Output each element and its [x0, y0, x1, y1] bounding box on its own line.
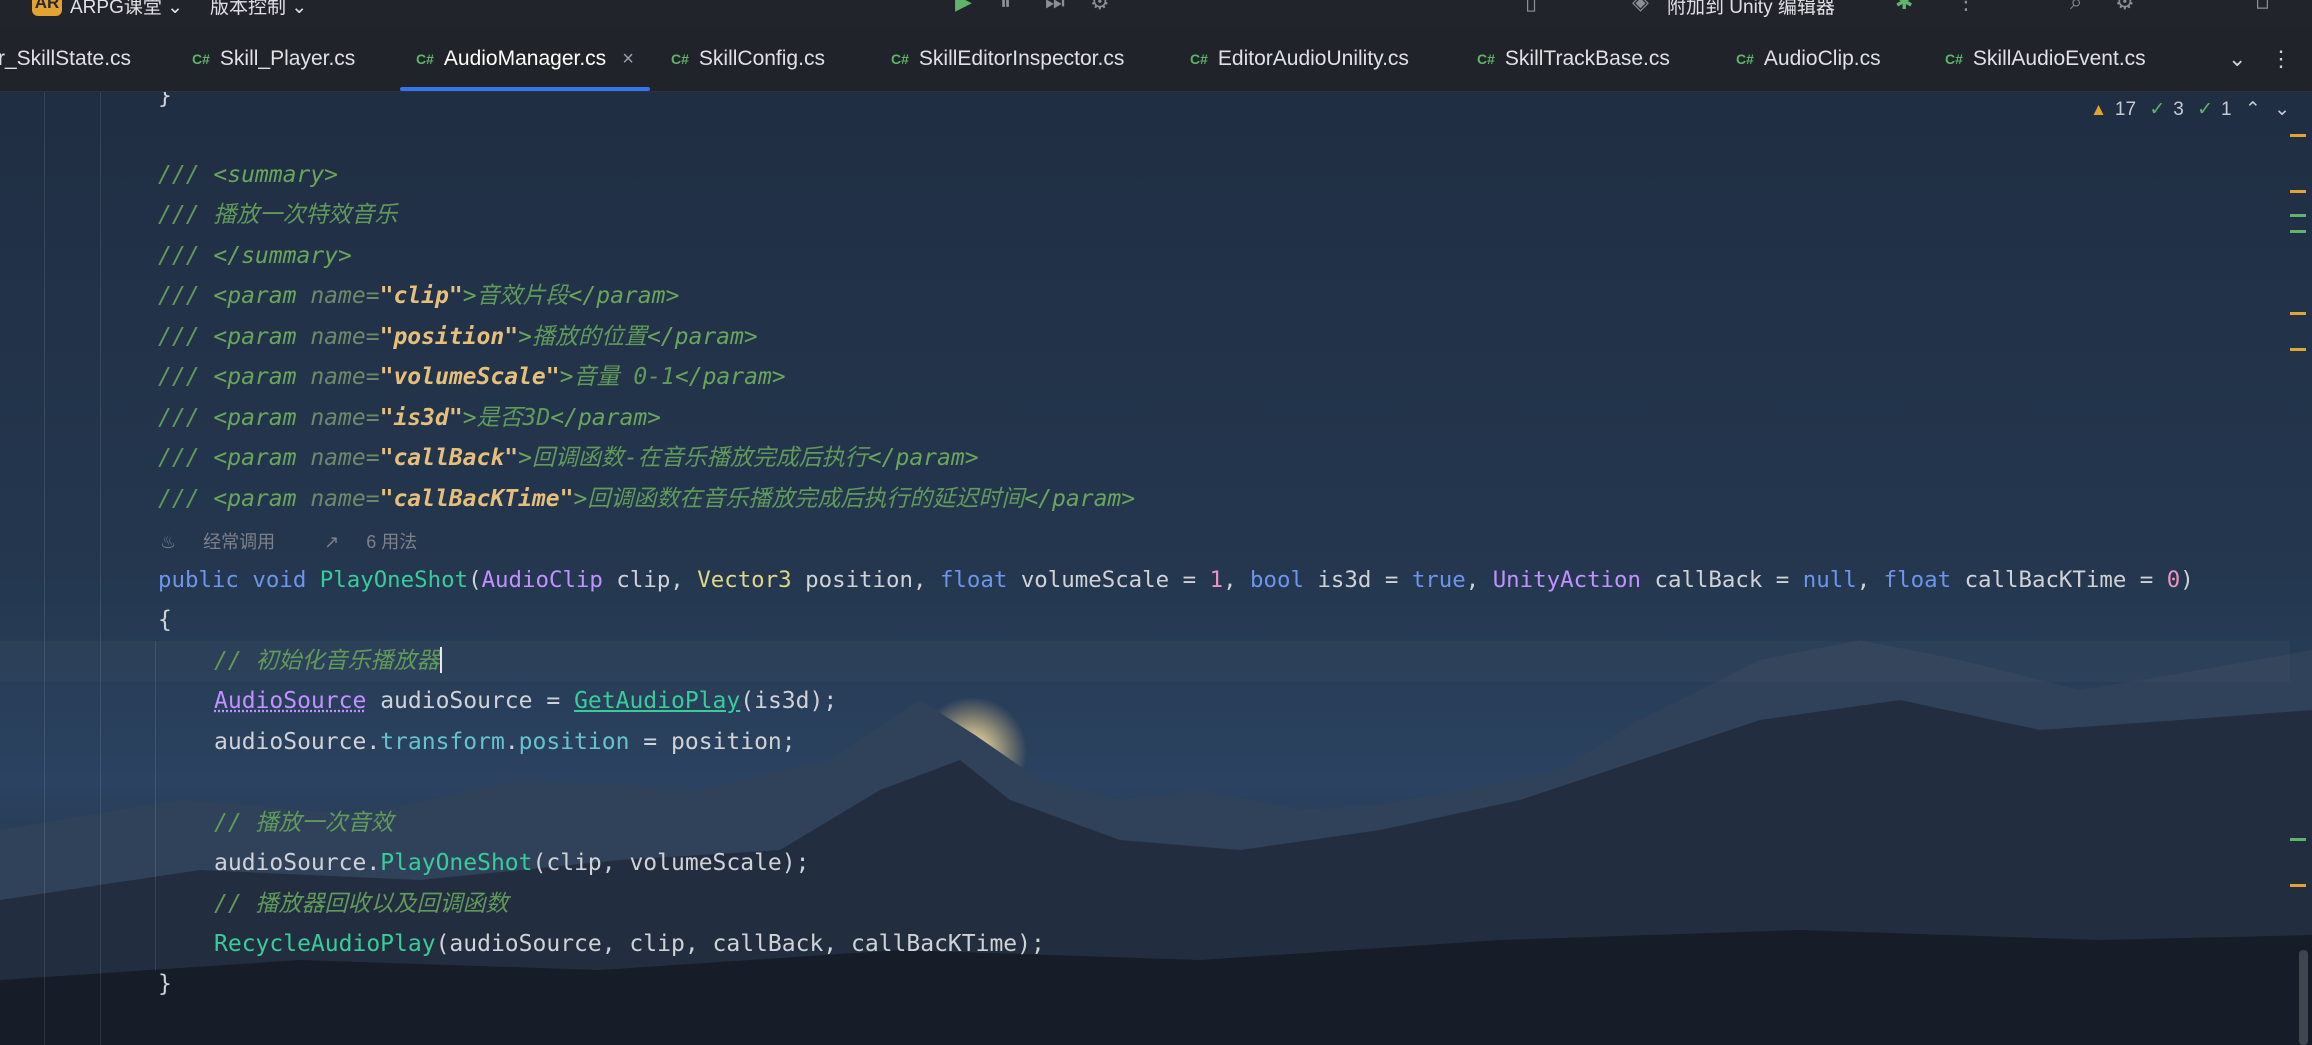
tab-label: AudioClip.cs [1763, 47, 1881, 70]
tab-skilltrackbase[interactable]: C# SkillTrackBase.cs [1477, 27, 1670, 91]
weak-warning-count: 3 [2173, 99, 2184, 120]
main-toolbar: AR ARPG课堂 ⌄ 版本控制 ⌄ ▶ ⏸ ⏭ ⚙ ▯ ◈ 附加到 Unity… [0, 0, 2312, 27]
doc-param-line[interactable]: /// <param name="callBacKTime">回调函数在音乐播放… [158, 479, 1135, 519]
check-icon: ✓ [2149, 99, 2166, 120]
indent-guide [100, 92, 101, 1045]
warning-marker[interactable] [2290, 884, 2306, 887]
tab-label: r_SkillState.cs [0, 47, 132, 70]
ok-marker[interactable] [2290, 214, 2306, 217]
vcs-menu[interactable]: 版本控制 ⌄ [210, 0, 307, 19]
editor-tab-bar: r_SkillState.cs C# Skill_Player.cs C# Audi… [0, 27, 2312, 92]
doc-param-line[interactable]: /// <param name="callBack">回调函数-在音乐播放完成后… [158, 438, 979, 478]
warning-count: 17 [2114, 99, 2137, 120]
tab-audiomanager[interactable]: C# AudioManager.cs × [400, 27, 650, 91]
csharp-file-icon: C# [891, 51, 909, 67]
window-icon[interactable]: ▫ [2255, 0, 2270, 15]
tab-label: AudioManager.cs [443, 47, 607, 70]
flame-icon: ♨ [160, 532, 177, 552]
vertical-scrollbar[interactable] [2299, 950, 2308, 1045]
code-line[interactable]: AudioSource audioSource = GetAudioPlay(i… [214, 681, 837, 721]
tab-label: SkillAudioEvent.cs [1972, 47, 2146, 70]
csharp-file-icon: C# [1477, 51, 1495, 67]
tab-editoraudiounility[interactable]: C# EditorAudioUnility.cs [1190, 27, 1409, 91]
doc-comment-line[interactable]: /// </summary> [158, 236, 352, 276]
usages-hint[interactable]: ↗ 6 用法 [324, 532, 439, 552]
warning-icon: ▲ [2090, 100, 2107, 119]
tab-list-chevron-icon[interactable]: ⌄ [2228, 27, 2246, 91]
tab-skillconfig[interactable]: C# SkillConfig.cs [671, 27, 825, 91]
close-tab-icon[interactable]: × [622, 48, 634, 70]
inspection-widget[interactable]: ▲ 17 ✓ 3 ✓ 1 ⌃ ⌄ [2082, 98, 2290, 124]
tab-skillstate[interactable]: r_SkillState.cs [0, 27, 131, 91]
comment-line[interactable]: // 播放一次音效 [214, 803, 394, 843]
tab-skillaudioevent[interactable]: C# SkillAudioEvent.cs [1945, 27, 2146, 91]
tab-label: Skill_Player.cs [219, 47, 356, 70]
doc-param-line[interactable]: /// <param name="clip">音效片段</param> [158, 276, 679, 316]
csharp-file-icon: C# [1190, 51, 1208, 67]
run-icon[interactable]: ▶ [955, 0, 972, 15]
warning-marker[interactable] [2290, 312, 2306, 315]
tab-audioclip[interactable]: C# AudioClip.cs [1736, 27, 1881, 91]
tab-label: SkillTrackBase.cs [1504, 47, 1670, 70]
warning-marker[interactable] [2290, 134, 2306, 137]
warning-marker[interactable] [2290, 190, 2306, 193]
tab-options-icon[interactable]: ⋮ [2270, 27, 2292, 91]
code-line[interactable]: } [158, 964, 172, 1004]
doc-comment-line[interactable]: /// <summary> [158, 155, 338, 195]
tab-skilleditorinspector[interactable]: C# SkillEditorInspector.cs [891, 27, 1124, 91]
ok-marker[interactable] [2290, 838, 2306, 841]
method-signature-line[interactable]: public void PlayOneShot(AudioClip clip, … [158, 560, 2194, 600]
project-badge[interactable]: AR [32, 0, 62, 16]
debug-config-icon[interactable]: ⚙ [1090, 0, 1110, 15]
csharp-file-icon: C# [416, 51, 434, 67]
code-line[interactable]: { [158, 600, 172, 640]
comment-line[interactable]: // 播放器回收以及回调函数 [214, 884, 509, 924]
doc-param-line[interactable]: /// <param name="is3d">是否3D</param> [158, 398, 661, 438]
settings-icon[interactable]: ⚙ [2115, 0, 2135, 15]
text-caret [439, 647, 442, 673]
device-icon[interactable]: ▯ [1525, 0, 1537, 15]
step-icon[interactable]: ⏭ [1045, 0, 1065, 15]
tab-label: EditorAudioUnility.cs [1217, 47, 1409, 70]
csharp-file-icon: C# [192, 51, 210, 67]
indent-guide [44, 92, 45, 1045]
ok-marker[interactable] [2290, 230, 2306, 233]
indent-guide [155, 641, 156, 971]
search-icon[interactable]: ⌕ [2070, 0, 2082, 15]
csharp-file-icon: C# [1736, 51, 1754, 67]
frequently-called-hint[interactable]: ♨ 经常调用 [160, 532, 297, 552]
doc-comment-line[interactable]: /// 播放一次特效音乐 [158, 195, 397, 235]
tab-label: SkillEditorInspector.cs [918, 47, 1125, 70]
next-highlight-icon[interactable]: ⌄ [2274, 99, 2290, 120]
csharp-file-icon: C# [1945, 51, 1963, 67]
tab-skill-player[interactable]: C# Skill_Player.cs [192, 27, 355, 91]
code-line[interactable]: RecycleAudioPlay(audioSource, clip, call… [214, 924, 1045, 964]
doc-param-line[interactable]: /// <param name="position">播放的位置</param> [158, 317, 758, 357]
tab-label: SkillConfig.cs [698, 47, 825, 70]
code-vision-hints: ♨ 经常调用 ↗ 6 用法 [160, 528, 461, 554]
attach-to-unity-button[interactable]: 附加到 Unity 编辑器 [1667, 0, 1835, 19]
typo-count: 1 [2221, 99, 2232, 120]
code-line[interactable]: audioSource.PlayOneShot(clip, volumeScal… [214, 843, 809, 883]
double-check-icon: ✓ [2197, 99, 2214, 120]
unity-icon[interactable]: ◈ [1632, 0, 1649, 15]
doc-param-line[interactable]: /// <param name="volumeScale">音量 0-1</pa… [158, 357, 786, 397]
pause-icon[interactable]: ⏸ [1000, 0, 1011, 15]
code-line[interactable]: audioSource.transform.position = positio… [214, 722, 796, 762]
debug-icon[interactable]: ✱ [1895, 0, 1913, 15]
usages-icon: ↗ [324, 532, 340, 552]
warning-marker[interactable] [2290, 348, 2306, 351]
comment-line[interactable]: // 初始化音乐播放器 [214, 641, 442, 681]
csharp-file-icon: C# [671, 51, 689, 67]
project-selector[interactable]: ARPG课堂 ⌄ [70, 0, 183, 19]
previous-highlight-icon[interactable]: ⌃ [2245, 99, 2261, 120]
more-icon[interactable]: ⋮ [1955, 0, 1977, 15]
